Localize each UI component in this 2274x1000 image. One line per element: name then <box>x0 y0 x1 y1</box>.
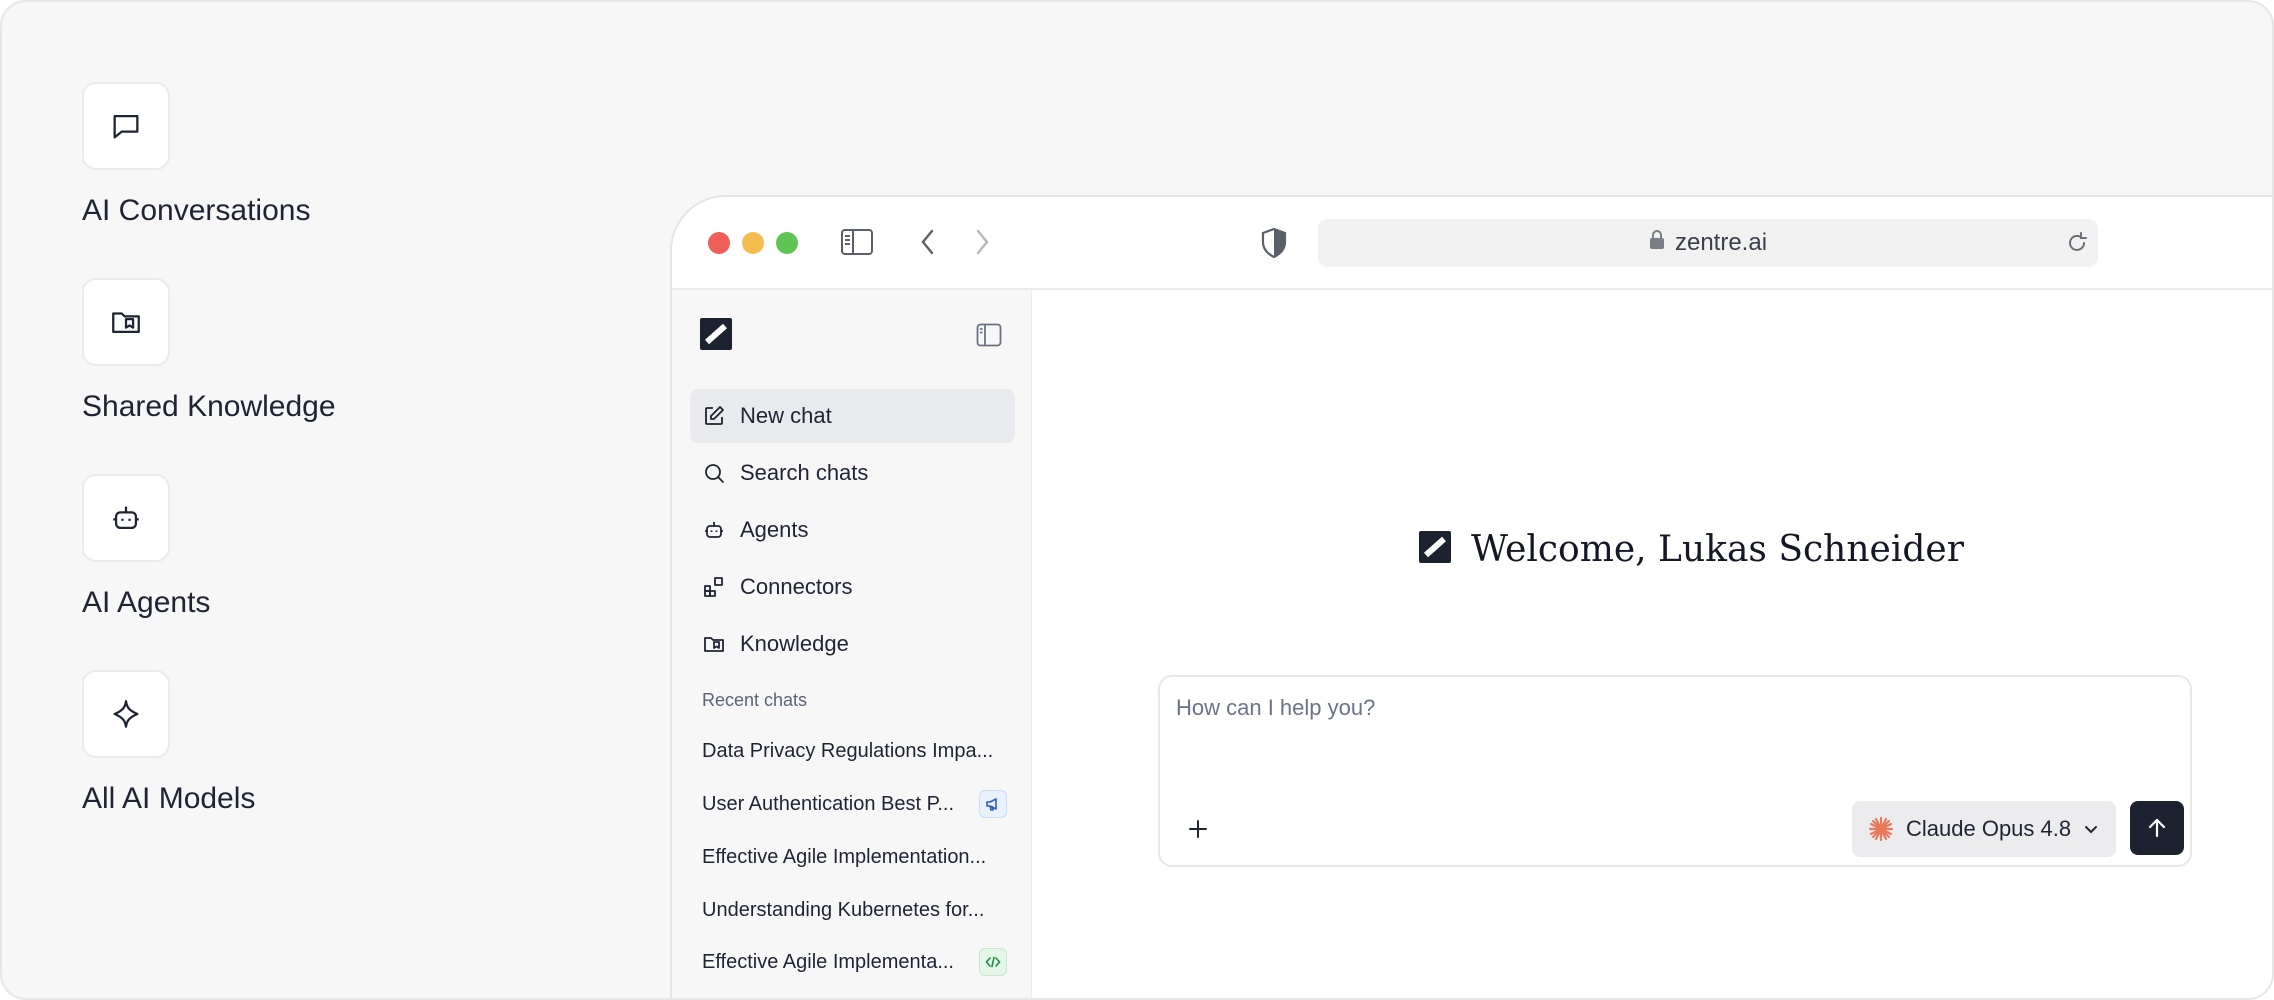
bookmark-folder-icon <box>82 278 170 366</box>
showcase-frame: AI Conversations Shared Knowledge AI Age… <box>0 0 2274 1000</box>
feature-ai-agents: AI Agents <box>82 474 210 620</box>
minimize-window-button[interactable] <box>742 232 764 254</box>
url-text: zentre.ai <box>1674 229 1768 256</box>
code-icon <box>979 948 1007 976</box>
recent-chat-item[interactable]: Effective Agile Implementa... <box>702 944 1007 980</box>
arrow-up-icon <box>2148 818 2166 838</box>
recent-chat-title: User Authentication Best P... <box>702 792 955 815</box>
sidebar-toggle-icon[interactable] <box>840 227 874 257</box>
recent-chat-item[interactable]: User Authentication Best P... <box>702 786 1007 822</box>
recent-chat-title: Understanding Kubernetes for... <box>702 898 985 921</box>
recent-chats-heading: Recent chats <box>702 690 808 710</box>
browser-window: zentre.ai New chat Search chats Agents C… <box>670 195 2272 998</box>
search-icon <box>705 464 724 483</box>
recent-chat-title: Effective Agile Implementation... <box>702 845 987 868</box>
edit-icon <box>705 406 724 425</box>
model-selector[interactable]: Claude Opus 4.8 <box>1852 801 2116 857</box>
nav-search-chats[interactable]: Search chats <box>690 446 1015 500</box>
address-bar[interactable]: zentre.ai <box>1318 219 2098 267</box>
feature-label: AI Conversations <box>82 194 311 227</box>
chat-input[interactable] <box>1176 695 2076 721</box>
recent-chat-title: Data Privacy Regulations Impa... <box>702 739 994 762</box>
nav-label: New chat <box>740 403 832 428</box>
back-icon[interactable] <box>918 227 938 257</box>
chevron-down-icon <box>2085 826 2098 834</box>
recent-chat-item[interactable]: Data Privacy Regulations Impa... <box>702 733 1007 769</box>
megaphone-icon <box>979 790 1007 818</box>
nav-label: Connectors <box>740 574 853 599</box>
welcome-text: Welcome, Lukas Schneider <box>1471 529 1964 570</box>
reload-icon[interactable] <box>2066 231 2088 262</box>
browser-toolbar: zentre.ai <box>672 197 2272 290</box>
chat-composer: Claude Opus 4.8 <box>1158 675 2192 867</box>
nav-connectors[interactable]: Connectors <box>690 560 1015 614</box>
feature-label: All AI Models <box>82 782 256 815</box>
app-sidebar: New chat Search chats Agents Connectors … <box>672 290 1032 998</box>
welcome-header: Welcome, Lukas Schneider <box>1419 529 1964 570</box>
zentre-logo-icon[interactable] <box>700 318 732 355</box>
bookmark-folder-icon <box>704 637 724 652</box>
shield-icon[interactable] <box>1260 227 1288 259</box>
nav-agents[interactable]: Agents <box>690 503 1015 557</box>
maximize-window-button[interactable] <box>776 232 798 254</box>
recent-chat-title: Effective Agile Implementa... <box>702 950 954 973</box>
chat-bubble-icon <box>82 82 170 170</box>
forward-icon[interactable] <box>972 227 992 257</box>
nav-knowledge[interactable]: Knowledge <box>690 617 1015 671</box>
claude-sparkle-icon <box>1868 816 1894 842</box>
feature-ai-conversations: AI Conversations <box>82 82 310 228</box>
plus-icon <box>1189 820 1207 838</box>
lock-icon <box>1649 229 1665 257</box>
nav-new-chat[interactable]: New chat <box>690 389 1015 443</box>
nav-label: Agents <box>740 517 809 542</box>
close-window-button[interactable] <box>708 232 730 254</box>
send-button[interactable] <box>2130 801 2184 855</box>
recent-chat-item[interactable]: Effective Agile Implementation... <box>702 839 1007 875</box>
nav-label: Search chats <box>740 460 869 485</box>
zentre-logo-icon <box>1419 531 1451 568</box>
sparkle-icon <box>82 670 170 758</box>
nav-label: Knowledge <box>740 631 849 656</box>
connectors-icon <box>704 577 723 597</box>
feature-label: Shared Knowledge <box>82 390 336 423</box>
recent-chat-item[interactable]: Understanding Kubernetes for... <box>702 892 1007 928</box>
add-attachment-button[interactable] <box>1182 813 1214 845</box>
feature-all-ai-models: All AI Models <box>82 670 255 816</box>
robot-icon <box>705 522 723 538</box>
collapse-sidebar-icon[interactable] <box>976 323 1002 352</box>
feature-shared-knowledge: Shared Knowledge <box>82 278 336 424</box>
model-name: Claude Opus 4.8 <box>1906 816 2072 841</box>
robot-icon <box>82 474 170 562</box>
feature-label: AI Agents <box>82 586 211 619</box>
